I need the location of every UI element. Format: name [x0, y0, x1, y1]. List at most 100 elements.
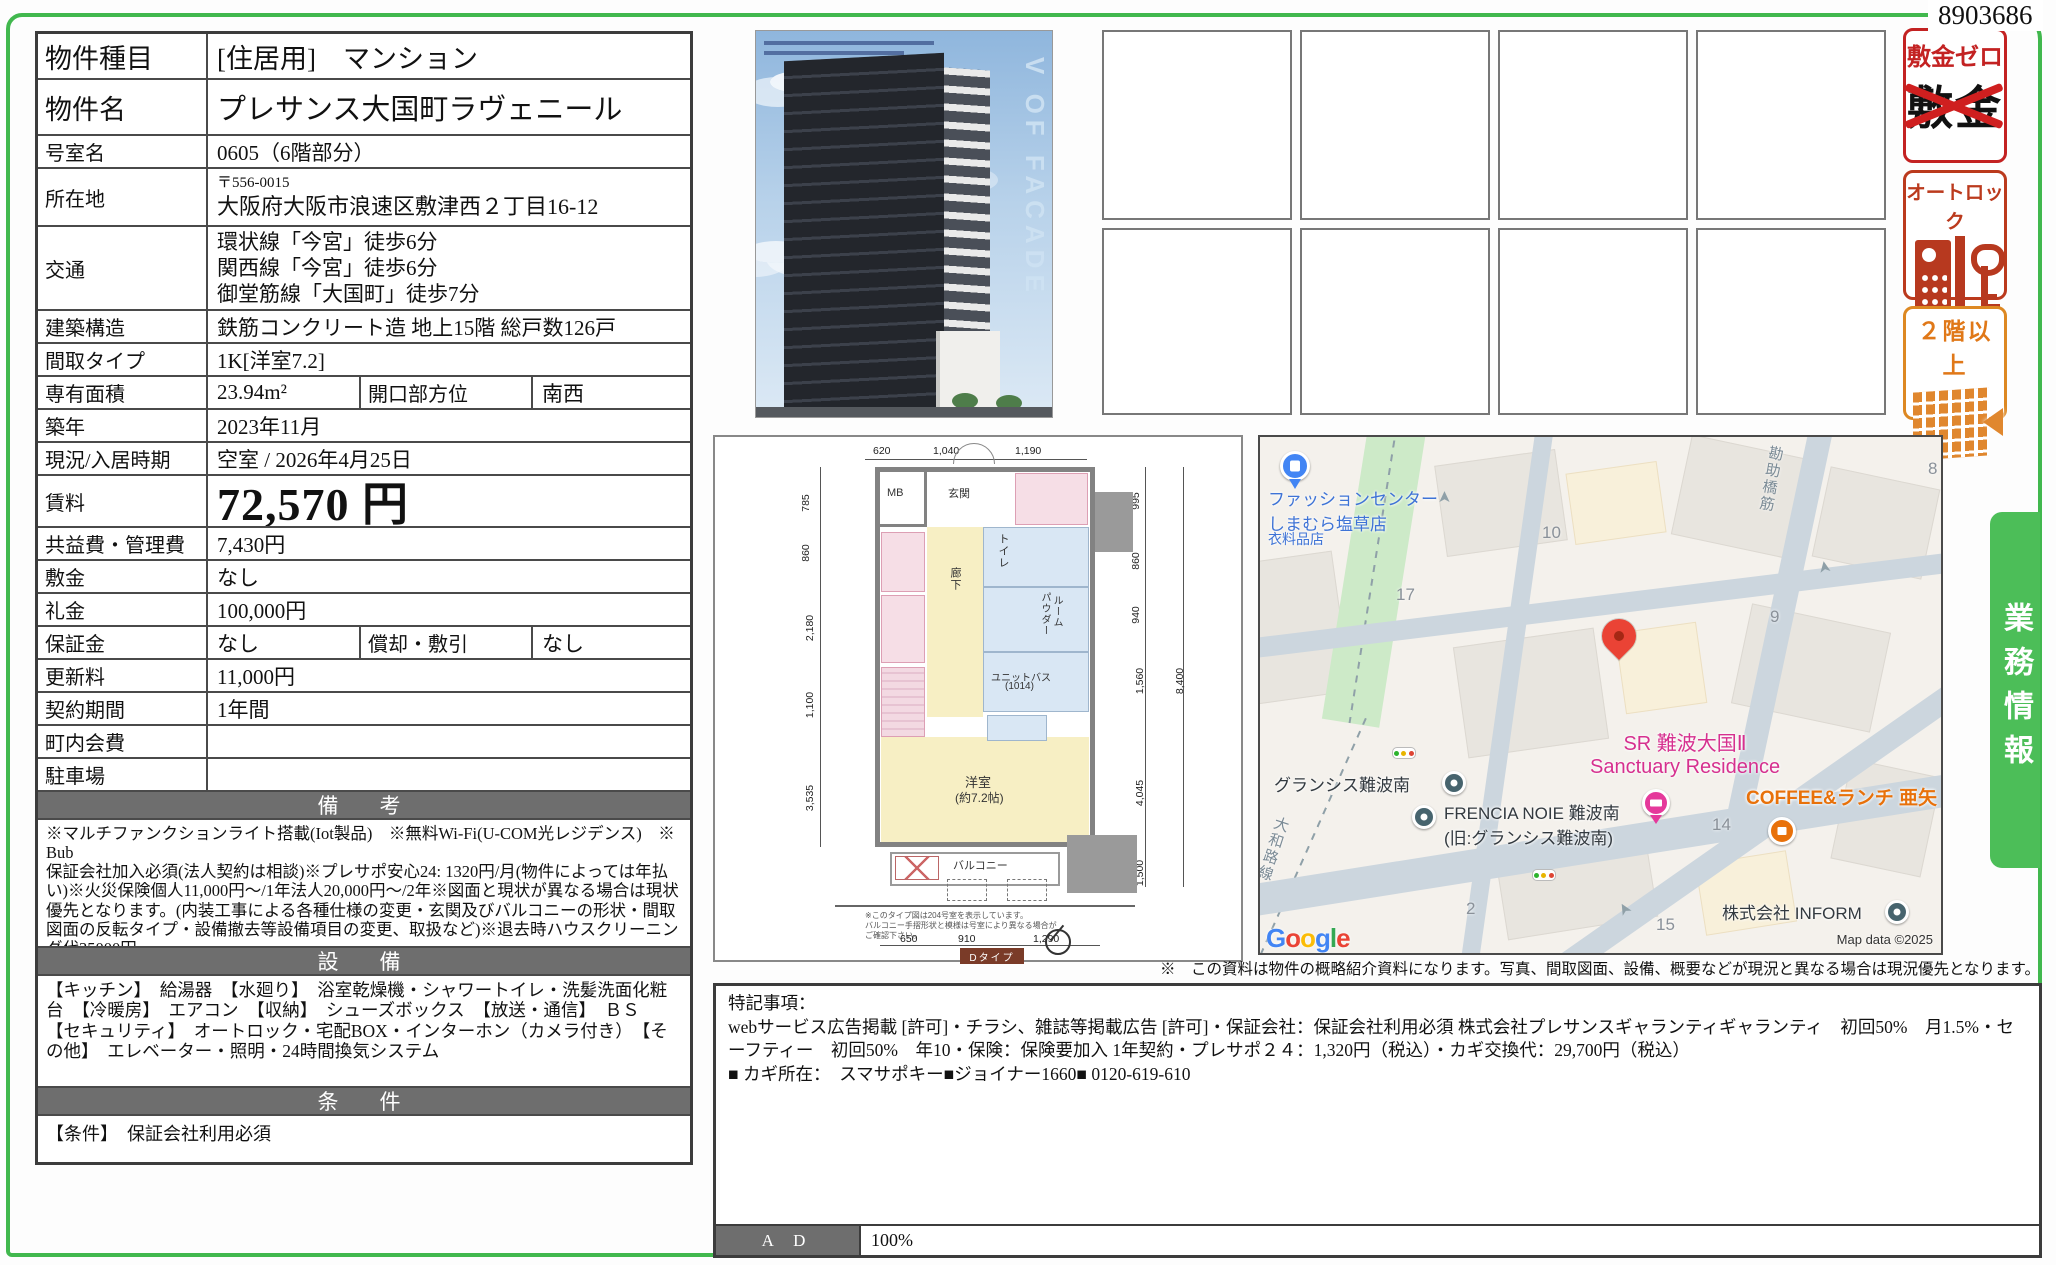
logo-letter: o [1285, 923, 1300, 953]
row-label: 駐車場 [38, 759, 208, 790]
room-label-toilet: トイレ [995, 533, 1011, 569]
plan-note-line: バルコニー手摺形状と模様は号室により異なる場合が [865, 921, 1057, 930]
map-copyright: Map data ©2025 [1837, 932, 1933, 947]
photo-caption-line [764, 41, 934, 45]
row-label: 現況/入居時期 [38, 443, 208, 474]
plan-type-label: Dタイプ [960, 948, 1024, 964]
meter-box [880, 472, 927, 527]
dim-label: 860 [1130, 552, 1142, 570]
dimension-line [820, 467, 821, 847]
railway-green-strip [1322, 435, 1426, 728]
room-label-mb: MB [887, 487, 904, 499]
place-pin-icon [1412, 805, 1436, 829]
badge-second-floor-plus: ２階以上 [1903, 306, 2007, 420]
dim-label: 2,180 [804, 615, 816, 641]
building-tower [784, 53, 944, 418]
badge-title: ２階以上 [1906, 312, 2004, 380]
label-line: (旧:グランシス難波南) [1444, 829, 1613, 848]
row-label: 契約期間 [38, 693, 208, 724]
dim-label: 8,400 [1174, 668, 1186, 694]
badge-title: 敷金ゼロ [1906, 37, 2004, 72]
crossed-out-deposit: 敷金 [1906, 72, 2004, 138]
conditions-text: 【条件】 保証会社利用必須 [38, 1116, 279, 1162]
map-building-block [1453, 628, 1609, 759]
table-row: 交通 環状線「今宮」徒歩6分 関西線「今宮」徒歩6分 御堂筋線「大国町」徒歩7分 [38, 227, 690, 311]
special-notes-title: 特記事項： [728, 993, 816, 1013]
badge-title: オートロック [1906, 176, 2004, 234]
dim-label: 785 [800, 494, 812, 512]
row-value: 1K[洋室7.2] [208, 344, 690, 375]
key-tooth [1988, 294, 1997, 300]
row-label: 敷金 [38, 561, 208, 592]
pin-tail [1650, 815, 1662, 830]
room-label-entrance: 玄関 [948, 485, 970, 501]
powder-room [983, 587, 1089, 652]
row-label: 保証金 [38, 627, 208, 658]
table-row: 号室名 0605（6階部分） [38, 136, 690, 169]
building-photo: V OF FACADE [755, 30, 1053, 418]
row-label: 号室名 [38, 136, 208, 167]
railway-line [1349, 435, 1398, 723]
dim-label: 940 [1130, 606, 1142, 624]
map-number: 15 [1656, 915, 1675, 935]
property-name: プレサンス大国町ラヴェニール [208, 80, 690, 134]
row-value: 100,000円 [208, 594, 690, 625]
ground-line [835, 905, 1135, 907]
traffic-light-icon [1392, 747, 1416, 759]
tab-business-info[interactable]: 業務情報 [1990, 512, 2040, 868]
dim-label: 1,100 [804, 692, 816, 718]
intercom-camera-icon [1922, 248, 1936, 262]
dim-label: 1,190 [1015, 445, 1041, 457]
map-label-inform: 株式会社 INFORM [1722, 899, 1862, 924]
table-row: 契約期間 1年間 [38, 693, 690, 726]
location-map: ➤ ➤ ➤ ファッションセンター しまむら [1258, 435, 1943, 955]
label-line: Sanctuary Residence [1590, 756, 1780, 778]
row-label: 物件名 [38, 80, 208, 134]
dim-label: 4,045 [1134, 780, 1146, 806]
bed-glyph [1650, 800, 1662, 807]
row-label: 交通 [38, 227, 208, 309]
closet-area [881, 667, 925, 737]
table-row: 物件名 プレサンス大国町ラヴェニール [38, 80, 690, 136]
address-cell: 〒556-0015 大阪府大阪市浪速区敷津西２丁目16-12 [208, 169, 690, 225]
label-line: SR 難波大国Ⅱ [1623, 733, 1746, 755]
row-value: なし [208, 561, 690, 592]
photo-placeholder [1102, 228, 1292, 415]
access-line: 御堂筋線「大国町」徒歩7分 [217, 281, 480, 307]
row-value: [住居用] マンション [208, 34, 690, 78]
postal-code: 〒556-0015 [217, 174, 290, 193]
table-row: 建築構造 鉄筋コンクリート造 地上15階 総戸数126戸 [38, 311, 690, 344]
row-value [208, 759, 690, 790]
map-number: 17 [1396, 585, 1415, 605]
structure-block [1067, 835, 1137, 893]
conditions-section: 【条件】 保証会社利用必須 [38, 1116, 690, 1162]
row-label: 物件種目 [38, 34, 208, 78]
photo-placeholder [1696, 30, 1886, 220]
table-row: 共益費・管理費 7,430円 [38, 528, 690, 561]
remarks-p2: 保証会社加入必須(法人契約は相談)※プレサポ安心24: 1320円/月(物件によ… [46, 862, 679, 948]
table-row: 築年 2023年11月 [38, 410, 690, 443]
table-row: 物件種目 [住居用] マンション [38, 34, 690, 80]
remarks-text: ※マルチファンクションライト搭載(Iot製品) ※無料Wi-Fi(U-COM光レ… [38, 820, 690, 946]
logo-letter: G [1266, 923, 1285, 953]
map-number: 9 [1770, 607, 1779, 627]
table-row: 現況/入居時期 空室 / 2026年4月25日 [38, 443, 690, 476]
dim-label: 860 [800, 544, 812, 562]
equipment-text: 【キッチン】 給湯器 【水廻り】 浴室乾燥機・シャワートイレ・洗髪洗面化粧台 【… [38, 976, 690, 1086]
table-row: 所在地 〒556-0015 大阪府大阪市浪速区敷津西２丁目16-12 [38, 169, 690, 227]
structure-block [1095, 492, 1133, 552]
row-value: 南西 [533, 377, 690, 408]
ground [756, 407, 1052, 417]
badge-autolock: オートロック [1903, 170, 2007, 300]
photo-placeholder [1498, 30, 1688, 220]
ad-value: 100% [859, 1226, 2039, 1255]
row-label: 築年 [38, 410, 208, 441]
row-value: 11,000円 [208, 660, 690, 691]
balcony-crossed-box [895, 856, 939, 880]
table-row: 保証金 なし 償却・敷引 なし [38, 627, 690, 660]
special-notes-line: webサービス広告掲載 [許可]・チラシ、雑誌等掲載広告 [許可]・保証会社：保… [728, 1017, 2014, 1061]
photo-placeholder [1696, 228, 1886, 415]
disclaimer-text: ※ この資料は物件の概略紹介資料になります。写真、間取図面、設備、概要などが現況… [1160, 957, 2040, 979]
map-label-coffee: COFFEE&ランチ 亜矢 [1746, 783, 1937, 810]
row-label: 建築構造 [38, 311, 208, 342]
